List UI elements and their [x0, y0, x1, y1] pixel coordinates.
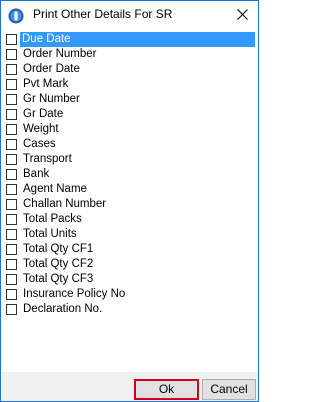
close-icon	[237, 9, 248, 20]
checkbox[interactable]	[6, 49, 17, 60]
checklist-item-label: Order Number	[23, 48, 97, 60]
checkbox[interactable]	[6, 259, 17, 270]
checklist-item-label: Declaration No.	[23, 303, 103, 315]
print-other-details-dialog: Print Other Details For SR Due Date Order…	[0, 0, 259, 402]
checkbox[interactable]	[6, 289, 17, 300]
checklist-item[interactable]: Bank	[4, 167, 255, 182]
checklist-item-label: Total Packs	[23, 213, 82, 225]
checklist-item[interactable]: Gr Number	[4, 92, 255, 107]
checklist-item[interactable]: Declaration No.	[4, 302, 255, 317]
checklist-item[interactable]: Challan Number	[4, 197, 255, 212]
cancel-button[interactable]: Cancel	[202, 379, 256, 400]
checkbox[interactable]	[6, 199, 17, 210]
window-title: Print Other Details For SR	[33, 7, 173, 21]
checkbox[interactable]	[6, 34, 17, 45]
checklist-item-label: Order Date	[23, 63, 80, 75]
checklist-item[interactable]: Due Date	[4, 32, 255, 47]
checklist-item[interactable]: Gr Date	[4, 107, 255, 122]
checkbox[interactable]	[6, 139, 17, 150]
checklist-item-label: Insurance Policy No	[23, 288, 126, 300]
title-bar[interactable]: Print Other Details For SR	[1, 1, 258, 30]
checkbox[interactable]	[6, 64, 17, 75]
checklist-item[interactable]: Total Qty CF2	[4, 257, 255, 272]
checklist-item-label: Agent Name	[23, 183, 87, 195]
checklist-item[interactable]: Total Units	[4, 227, 255, 242]
checklist-item[interactable]: Transport	[4, 152, 255, 167]
checklist-item[interactable]: Total Qty CF1	[4, 242, 255, 257]
checklist-item-label: Gr Date	[23, 108, 64, 120]
checkbox[interactable]	[6, 244, 17, 255]
checklist-item-label: Transport	[23, 153, 72, 165]
checklist-item-label: Bank	[23, 168, 50, 180]
checklist-item-label: Challan Number	[23, 198, 107, 210]
checklist-item[interactable]: Total Qty CF3	[4, 272, 255, 287]
checklist-item-label: Total Qty CF1	[23, 243, 94, 255]
checkbox[interactable]	[6, 94, 17, 105]
checklist-item-label: Gr Number	[23, 93, 80, 105]
checklist-panel: Due Date Order Number Order Date Pvt Mark Gr…	[1, 30, 258, 372]
checklist-item-label: Due Date	[20, 32, 255, 47]
checkbox[interactable]	[6, 124, 17, 135]
checklist-item-label: Total Qty CF2	[23, 258, 94, 270]
checkbox[interactable]	[6, 214, 17, 225]
checkbox[interactable]	[6, 109, 17, 120]
checklist-item[interactable]: Order Date	[4, 62, 255, 77]
checklist-item-label: Total Qty CF3	[23, 273, 94, 285]
checkbox[interactable]	[6, 304, 17, 315]
close-button[interactable]	[227, 1, 258, 30]
checklist-item-label: Total Units	[23, 228, 77, 240]
checklist-item[interactable]: Total Packs	[4, 212, 255, 227]
checklist-item[interactable]: Pvt Mark	[4, 77, 255, 92]
checkbox[interactable]	[6, 229, 17, 240]
checkbox[interactable]	[6, 169, 17, 180]
checklist-item[interactable]: Weight	[4, 122, 255, 137]
details-checklist: Due Date Order Number Order Date Pvt Mark Gr…	[4, 32, 255, 317]
checkbox[interactable]	[6, 154, 17, 165]
ok-button[interactable]: Ok	[134, 379, 199, 400]
checklist-item[interactable]: Insurance Policy No	[4, 287, 255, 302]
checklist-item-label: Cases	[23, 138, 56, 150]
checklist-item[interactable]: Order Number	[4, 47, 255, 62]
checklist-item[interactable]: Cases	[4, 137, 255, 152]
checklist-item-label: Weight	[23, 123, 59, 135]
checkbox[interactable]	[6, 79, 17, 90]
app-icon	[8, 8, 24, 24]
checklist-item-label: Pvt Mark	[23, 78, 69, 90]
button-bar: Ok Cancel	[1, 372, 258, 401]
checklist-item[interactable]: Agent Name	[4, 182, 255, 197]
checkbox[interactable]	[6, 274, 17, 285]
checkbox[interactable]	[6, 184, 17, 195]
